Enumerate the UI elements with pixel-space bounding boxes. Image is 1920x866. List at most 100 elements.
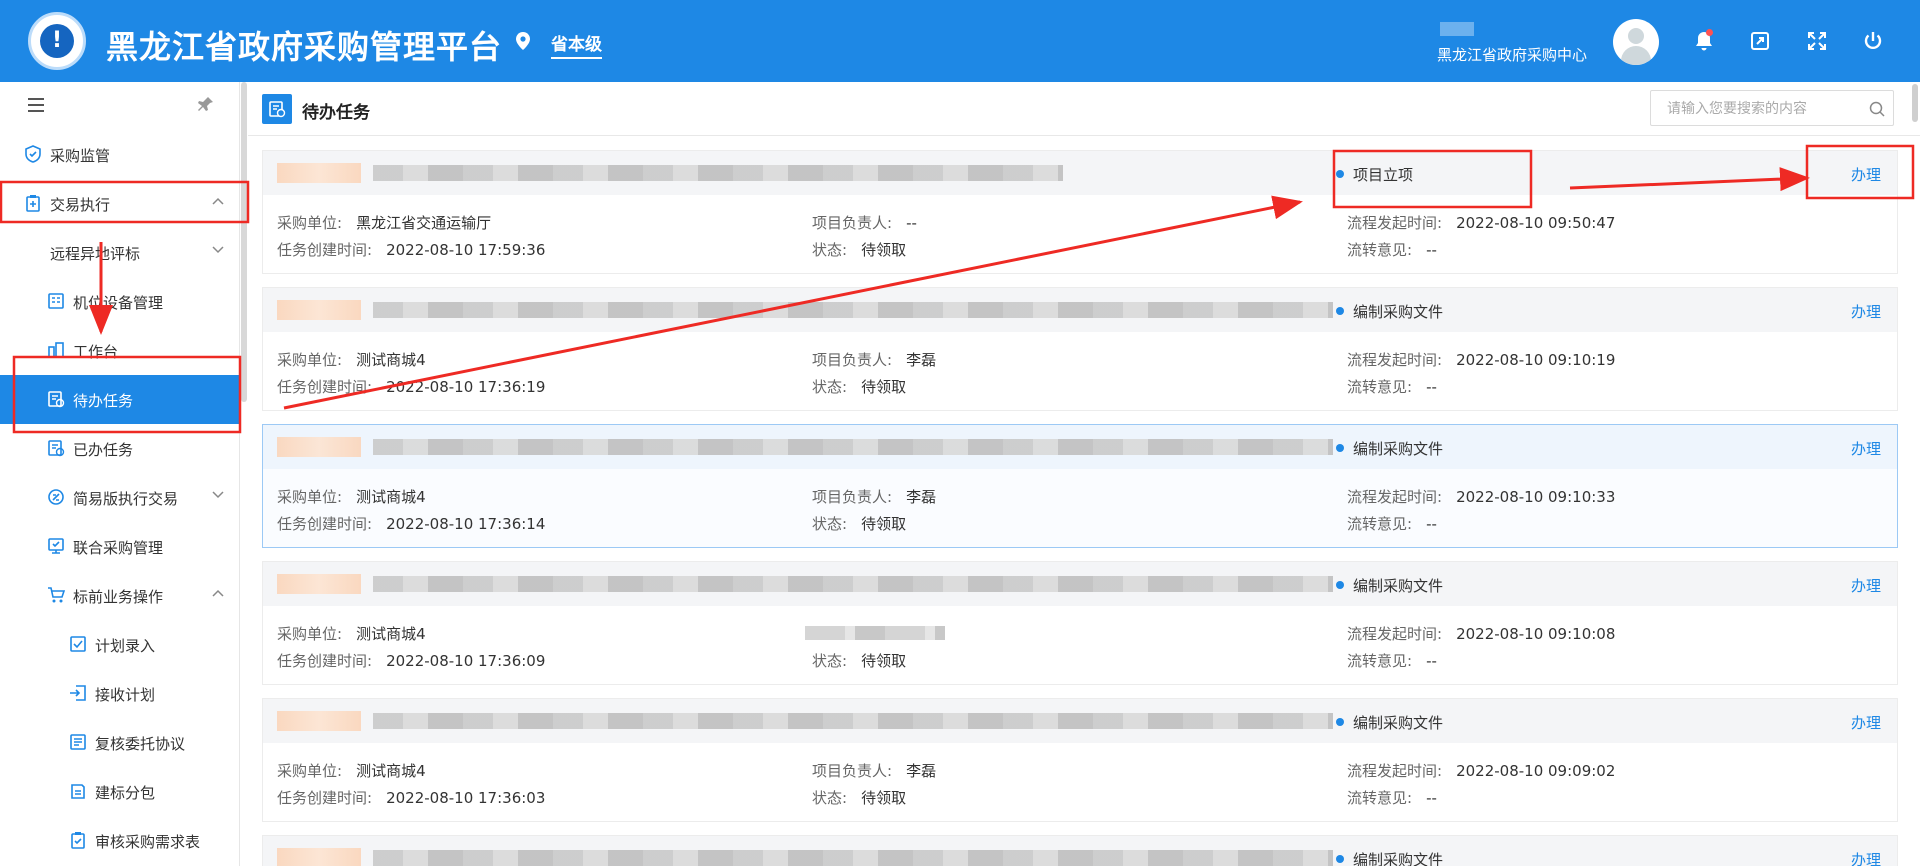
cart-icon: [47, 586, 66, 604]
external-window-icon[interactable]: [1749, 30, 1771, 52]
receive-plan-icon: [69, 684, 87, 702]
menu-toggle-icon[interactable]: [28, 98, 44, 112]
created-time-field: 任务创建时间: 2022-08-10 17:59:36: [277, 241, 546, 259]
flow-start-field: 流程发起时间: 2022-08-10 09:50:47: [1347, 214, 1616, 232]
blurred-project-name: [373, 850, 1333, 866]
status-field: 状态: 待领取: [812, 378, 907, 396]
sidebar-item-plan-entry[interactable]: 计划录入: [0, 620, 240, 669]
todo-icon: [47, 390, 65, 408]
task-card-header: 编制采购文件 办理: [263, 288, 1897, 332]
task-card: 编制采购文件 办理: [262, 835, 1898, 866]
sidebar-item-review-requirements[interactable]: 审核采购需求表: [0, 816, 240, 865]
handle-link[interactable]: 办理: [1851, 438, 1881, 459]
sidebar-item-transaction-execution[interactable]: 交易执行: [0, 179, 240, 228]
joint-purchase-icon: [47, 537, 65, 555]
fullscreen-icon[interactable]: [1806, 30, 1828, 52]
package-icon: [69, 782, 87, 800]
purchaser-field: 采购单位: 测试商城4: [277, 762, 426, 780]
purchaser-field: 采购单位: 黑龙江省交通运输厅: [277, 214, 492, 232]
sidebar-item-remote-evaluation[interactable]: 远程异地评标: [0, 228, 240, 277]
sidebar-scrollbar[interactable]: [241, 82, 247, 402]
review-icon: [69, 831, 87, 849]
sidebar-item-pre-bid-operations[interactable]: 标前业务操作: [0, 571, 240, 620]
created-time-field: 任务创建时间: 2022-08-10 17:36:03: [277, 789, 546, 807]
handle-link[interactable]: 办理: [1851, 712, 1881, 733]
status-field: 状态: 待领取: [812, 515, 907, 533]
top-header: 黑龙江省政府采购管理平台 省本级 黑龙江省政府采购中心: [0, 0, 1920, 82]
content-header: 待办任务: [248, 82, 1920, 136]
page-title: 待办任务: [302, 103, 370, 123]
task-card-header: 编制采购文件 办理: [263, 562, 1897, 606]
content-scrollbar[interactable]: [1912, 84, 1918, 122]
task-stage: 编制采购文件: [1335, 440, 1444, 458]
location-selector[interactable]: 省本级: [551, 30, 602, 59]
location-pin-icon: [516, 32, 530, 50]
sidebar-item-review-agreement[interactable]: 复核委托协议: [0, 718, 240, 767]
sidebar-item-procurement-supervision[interactable]: 采购监管: [0, 130, 240, 179]
opinion-field: 流转意见: --: [1347, 652, 1437, 670]
search-icon[interactable]: [1869, 101, 1885, 117]
task-card: 编制采购文件 办理 采购单位: 测试商城4 任务创建时间: 2022-08-10 1…: [262, 287, 1898, 411]
power-icon[interactable]: [1862, 30, 1884, 52]
blurred-project-name: [373, 302, 1333, 318]
blurred-owner-field: [805, 626, 945, 640]
owner-field: 项目负责人: 李磊: [812, 762, 937, 780]
agreement-icon: [69, 733, 87, 751]
purchaser-field: 采购单位: 测试商城4: [277, 351, 426, 369]
search-input[interactable]: [1667, 99, 1857, 119]
chevron-up-icon: [212, 589, 224, 597]
blurred-project-name: [373, 165, 1063, 181]
sidebar-item-build-package[interactable]: 建标分包: [0, 767, 240, 816]
device-icon: [47, 292, 65, 310]
task-card-header: 编制采购文件 办理: [263, 699, 1897, 743]
search-box: [1650, 90, 1894, 126]
task-card: 编制采购文件 办理 采购单位: 测试商城4 任务创建时间: 2022-08-10 1…: [262, 424, 1898, 548]
avatar[interactable]: [1613, 19, 1659, 65]
notification-dot: [1706, 29, 1713, 36]
handle-link[interactable]: 办理: [1851, 849, 1881, 866]
sidebar-item-workbench[interactable]: 工作台: [0, 326, 240, 375]
shield-icon: [24, 145, 42, 163]
sidebar-item-receive-plan[interactable]: 接收计划: [0, 669, 240, 718]
simple-trade-icon: [47, 488, 65, 506]
purchaser-field: 采购单位: 测试商城4: [277, 625, 426, 643]
sidebar-item-todo-tasks[interactable]: 待办任务: [0, 375, 240, 424]
sidebar-toolbar: [0, 82, 240, 130]
task-card-header: 编制采购文件 办理: [263, 836, 1897, 866]
handle-link[interactable]: 办理: [1851, 575, 1881, 596]
opinion-field: 流转意见: --: [1347, 789, 1437, 807]
pin-icon[interactable]: [198, 96, 214, 114]
created-time-field: 任务创建时间: 2022-08-10 17:36:19: [277, 378, 546, 396]
sidebar-item-device-management[interactable]: 机位设备管理: [0, 277, 240, 326]
flow-start-field: 流程发起时间: 2022-08-10 09:10:33: [1347, 488, 1616, 506]
opinion-field: 流转意见: --: [1347, 241, 1437, 259]
logo-emblem-icon: [28, 12, 86, 70]
org-name: 黑龙江省政府采购中心: [1437, 46, 1588, 64]
task-stage: 编制采购文件: [1335, 714, 1444, 732]
handle-link[interactable]: 办理: [1851, 301, 1881, 322]
chevron-down-icon: [212, 246, 224, 254]
owner-field: 项目负责人: 李磊: [812, 488, 937, 506]
bell-icon[interactable]: [1693, 29, 1715, 52]
workbench-icon: [47, 341, 65, 359]
sidebar-item-joint-purchase[interactable]: 联合采购管理: [0, 522, 240, 571]
blurred-user-name: [1440, 22, 1474, 36]
handle-link[interactable]: 办理: [1851, 164, 1881, 185]
task-stage: 编制采购文件: [1335, 577, 1444, 595]
blurred-project-code: [277, 300, 361, 320]
task-stage: 项目立项: [1335, 166, 1414, 184]
owner-field: 项目负责人: 李磊: [812, 351, 937, 369]
status-field: 状态: 待领取: [812, 789, 907, 807]
task-card-header: 项目立项 办理: [263, 151, 1897, 195]
chevron-down-icon: [212, 491, 224, 499]
plan-entry-icon: [69, 635, 87, 653]
created-time-field: 任务创建时间: 2022-08-10 17:36:09: [277, 652, 546, 670]
task-card-header: 编制采购文件 办理: [263, 425, 1897, 469]
sidebar-item-done-tasks[interactable]: 已办任务: [0, 424, 240, 473]
blurred-project-name: [373, 713, 1333, 729]
chevron-up-icon: [212, 197, 224, 205]
blurred-project-code: [277, 163, 361, 183]
task-stage: 编制采购文件: [1335, 849, 1443, 866]
app-title: 黑龙江省政府采购管理平台: [106, 28, 503, 66]
sidebar-item-simple-trade[interactable]: 简易版执行交易: [0, 473, 240, 522]
